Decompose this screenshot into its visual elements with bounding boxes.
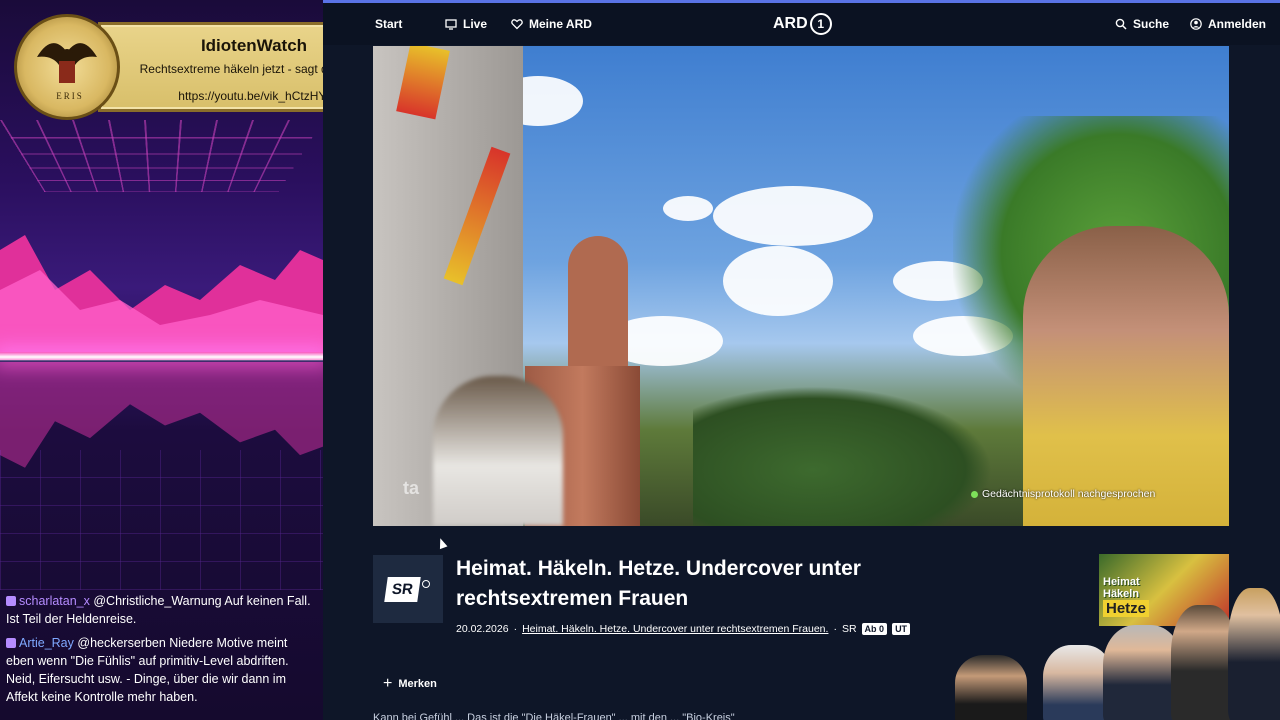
show-link[interactable]: Heimat. Häkeln. Hetze. Undercover unter … — [522, 623, 828, 635]
thumbnail-line2: Häkeln — [1103, 588, 1140, 600]
synthwave-mountains — [0, 235, 323, 360]
heart-icon — [511, 19, 523, 30]
synthwave-grid-top — [0, 120, 323, 193]
eris-emblem-icon: ERIS — [14, 14, 120, 120]
video-caption-text: Gedächtnisprotokoll nachgesprochen — [982, 488, 1156, 500]
sr-logo-text: SR — [383, 576, 421, 602]
nav-live[interactable]: Live — [445, 17, 487, 31]
plus-icon: + — [383, 675, 393, 692]
top-navigation: Start Live Meine ARD ARD 1 Suche Anmelde… — [323, 3, 1280, 45]
emblem-label: ERIS — [56, 91, 84, 101]
ard-logo-text: ARD — [773, 15, 808, 32]
thumbnail-line3: Hetze — [1103, 600, 1150, 617]
merken-button[interactable]: + Merken — [383, 675, 437, 692]
video-player[interactable]: ta Gedächtnisprotokoll nachgesprochen — [373, 46, 1229, 526]
stream-chat: scharlatan_x @Christliche_Warnung Auf ke… — [6, 592, 318, 712]
cloud — [713, 186, 873, 246]
meta-separator: · — [513, 623, 518, 635]
nav-start[interactable]: Start — [375, 17, 402, 31]
login-button[interactable]: Anmelden — [1190, 17, 1266, 31]
ard-logo[interactable]: ARD 1 — [773, 13, 832, 35]
banner-subtitle: Rechtsextreme häkeln jetzt - sagt der ÖR… — [139, 62, 323, 76]
registered-icon — [422, 580, 431, 588]
chat-username: scharlatan_x — [19, 594, 90, 608]
show-date: 20.02.2026 — [456, 623, 509, 635]
search-button[interactable]: Suche — [1115, 17, 1169, 31]
nav-live-label: Live — [463, 17, 488, 31]
chat-message: scharlatan_x @Christliche_Warnung Auf ke… — [6, 592, 318, 628]
nav-meine-label: Meine ARD — [529, 17, 592, 31]
person — [955, 655, 1027, 720]
search-label: Suche — [1133, 17, 1170, 31]
stream-overlay-panel: ERIS IdiotenWatch Rechtsextreme häkeln j… — [0, 0, 323, 720]
thumbnail-title-line1: Heimat Häkeln — [1103, 576, 1140, 600]
nav-meine-ard[interactable]: Meine ARD — [511, 17, 592, 31]
chat-message: Artie_Ray @heckerserben Niedere Motive m… — [6, 634, 318, 706]
show-meta: 20.02.2026 · Heimat. Häkeln. Hetze. Unde… — [456, 623, 911, 635]
synthwave-grid-bottom — [0, 450, 323, 590]
channel-banner: ERIS IdiotenWatch Rechtsextreme häkeln j… — [14, 14, 323, 120]
blurred-person — [433, 376, 563, 526]
trees — [693, 386, 993, 526]
video-caption: Gedächtnisprotokoll nachgesprochen — [971, 488, 1155, 500]
screen: ERIS IdiotenWatch Rechtsextreme häkeln j… — [0, 0, 1280, 720]
person — [1228, 588, 1280, 720]
cloud — [723, 246, 833, 316]
age-rating-badge: Ab 0 — [861, 623, 888, 635]
banner-title: IdiotenWatch — [200, 36, 308, 55]
thumbnail-line1: Heimat — [1103, 576, 1140, 588]
user-icon — [1190, 18, 1202, 30]
chat-username: Artie_Ray — [19, 636, 74, 650]
subtitle-badge: UT — [892, 623, 911, 635]
meta-separator: · — [833, 623, 837, 635]
chat-badge-icon — [6, 596, 16, 606]
login-label: Anmelden — [1208, 17, 1267, 31]
chat-badge-icon — [6, 638, 16, 648]
search-icon — [1115, 18, 1127, 30]
ard-mediathek-page: Start Live Meine ARD ARD 1 Suche Anmelde… — [323, 0, 1280, 720]
merken-label: Merken — [398, 678, 437, 690]
cloud — [663, 196, 713, 221]
sr-channel-logo[interactable]: SR — [373, 555, 443, 623]
show-title: Heimat. Häkeln. Hetze. Undercover unter … — [456, 557, 861, 610]
synthwave-horizon-glow — [0, 352, 323, 362]
show-description: Kann bei Gefühl ... Das ist die "Die Häk… — [373, 712, 735, 720]
video-watermark: ta — [403, 478, 420, 498]
woman-in-yellow — [1023, 226, 1229, 526]
ard-logo-number: 1 — [809, 13, 832, 35]
caption-dot-icon — [971, 490, 978, 498]
banner-url: https://youtu.be/vik_hCtzHYI — [178, 89, 323, 103]
tv-icon — [445, 19, 457, 30]
show-channel: SR — [841, 623, 857, 635]
nav-start-label: Start — [375, 17, 403, 31]
statue — [568, 236, 628, 371]
